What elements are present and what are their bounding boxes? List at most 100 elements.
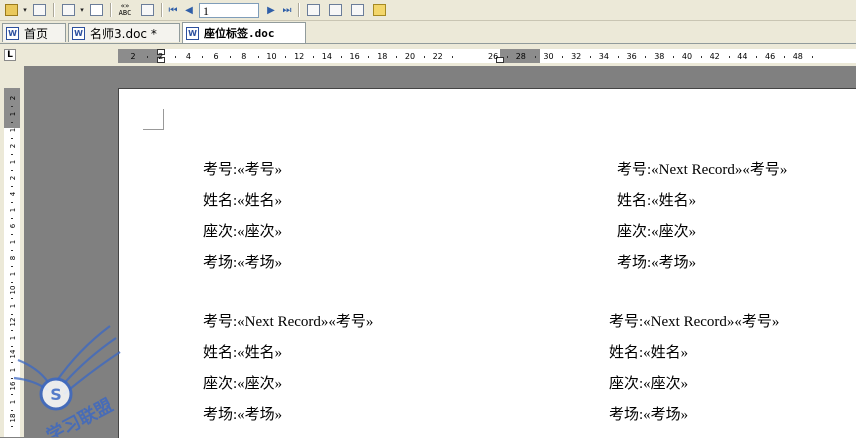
ruler-tick-label: 22 bbox=[432, 52, 443, 61]
view-merged-data-button[interactable]: «» ABC bbox=[116, 2, 134, 18]
ruler-tick-label: 30 bbox=[543, 52, 554, 61]
label-exam-room: 考场:«考场» bbox=[203, 255, 283, 271]
document-page[interactable]: 考号:«考号» 姓名:«姓名» 座次:«座次» 考场:«考场» 考号:«Next… bbox=[118, 88, 856, 438]
label-seat: 座次:«座次» bbox=[203, 224, 283, 240]
label-name: 姓名:«姓名» bbox=[203, 345, 283, 361]
ruler-tick-mark bbox=[285, 56, 287, 58]
main-document-dropdown-arrow-icon[interactable]: ▾ bbox=[22, 2, 28, 18]
seat-label: 考号:«考号» 姓名:«姓名» 座次:«座次» 考场:«考场» bbox=[203, 155, 282, 279]
seat-label: 考号:«Next Record»«考号» 姓名:«姓名» 座次:«座次» 考场:… bbox=[609, 307, 779, 431]
toolbar-separator bbox=[298, 3, 299, 17]
label-exam-room: 考场:«考场» bbox=[617, 255, 697, 271]
ruler-tick-mark bbox=[11, 122, 13, 123]
ruler-tick-mark bbox=[11, 170, 13, 171]
main-document-setup-button[interactable] bbox=[2, 2, 20, 18]
merge-to-document-button[interactable] bbox=[326, 2, 344, 18]
label-exam-room: 考场:«考场» bbox=[609, 407, 689, 423]
highlight-fields-button[interactable] bbox=[138, 2, 156, 18]
ruler-tick-label: 20 bbox=[404, 52, 416, 61]
ruler-tick-label: 6 bbox=[213, 52, 219, 61]
ruler-tick-mark bbox=[783, 56, 785, 58]
ruler-tick-mark bbox=[11, 154, 13, 155]
merge-to-printer-icon bbox=[350, 4, 364, 16]
ruler-tick-mark bbox=[11, 266, 13, 267]
ruler-tick-mark bbox=[11, 234, 13, 235]
record-number-field[interactable]: 1 bbox=[199, 2, 259, 18]
label-seat: 座次:«座次» bbox=[203, 376, 283, 392]
ruler-tick-label: 1 bbox=[9, 303, 17, 309]
label-exam-room: 考场:«考场» bbox=[203, 407, 283, 423]
abc-icon: «» ABC bbox=[118, 2, 132, 17]
ruler-tick-mark bbox=[423, 56, 425, 58]
ruler-tick-label: 48 bbox=[792, 52, 803, 61]
ruler-tick-mark bbox=[257, 56, 259, 58]
ruler-tick-mark bbox=[11, 250, 13, 251]
page-icon bbox=[140, 4, 154, 16]
ruler-tick-label: 44 bbox=[737, 52, 748, 61]
label-exam-number: 考号:«考号» bbox=[203, 162, 283, 178]
ruler-tick-label: 1 bbox=[9, 271, 17, 277]
ruler-tick-label: 26 bbox=[488, 52, 499, 61]
ruler-tick-mark bbox=[396, 56, 398, 58]
label-seat: 座次:«座次» bbox=[617, 224, 697, 240]
ruler-tick-mark bbox=[11, 298, 13, 299]
ruler-tick-mark bbox=[11, 186, 13, 187]
find-entry-button[interactable] bbox=[304, 2, 322, 18]
horizontal-ruler[interactable]: 2 2 4 6 8 10 12 14 16 18 20 22 26 28 30 32 34 36 38 40 42 44 4… bbox=[118, 49, 856, 63]
next-record-icon: ▶ bbox=[267, 4, 275, 16]
first-record-button[interactable]: ⏮ bbox=[165, 2, 181, 18]
document-edit-icon bbox=[32, 4, 46, 16]
ruler-tick-mark bbox=[590, 56, 592, 58]
ruler-tick-label: 12 bbox=[294, 52, 305, 61]
ruler-tick-mark bbox=[756, 56, 758, 58]
last-record-button[interactable]: ⏭ bbox=[279, 2, 295, 18]
last-record-icon: ⏭ bbox=[282, 4, 292, 16]
tab-mingshi3[interactable]: W 名师3.doc * bbox=[68, 23, 180, 42]
edit-recipients-button[interactable] bbox=[30, 2, 48, 18]
word-document-icon: W bbox=[6, 26, 19, 40]
ruler-tick-mark bbox=[728, 56, 730, 58]
tab-seat-labels[interactable]: W 座位标签.doc bbox=[182, 22, 306, 43]
ruler-tick-mark bbox=[617, 56, 619, 58]
margin-corner-mark bbox=[143, 109, 164, 130]
ruler-tick-label: 4 bbox=[185, 52, 191, 61]
ruler-tick-mark bbox=[174, 56, 176, 58]
ruler-tick-mark bbox=[645, 56, 647, 58]
ruler-tick-mark bbox=[340, 56, 342, 58]
ruler-tick-mark bbox=[11, 282, 13, 283]
merge-to-printer-button[interactable] bbox=[348, 2, 366, 18]
ruler-tick-label: 2 bbox=[158, 52, 164, 61]
ruler-tick-mark bbox=[673, 56, 675, 58]
ruler-tick-label: 36 bbox=[626, 52, 637, 61]
toolbar-separator bbox=[161, 3, 162, 17]
first-record-icon: ⏮ bbox=[168, 4, 178, 16]
insert-fields-button[interactable] bbox=[59, 2, 77, 18]
left-margin-area bbox=[118, 49, 161, 63]
watermark-logo: S 学习联盟 bbox=[13, 325, 121, 437]
svg-text:S: S bbox=[50, 385, 62, 404]
ruler-tick-label: 1 bbox=[9, 127, 17, 133]
ruler-tick-label: 2 bbox=[9, 175, 17, 181]
previous-record-icon: ◀ bbox=[185, 4, 193, 16]
toolbar-separator bbox=[110, 3, 111, 17]
ruler-tick-label: 8 bbox=[9, 255, 17, 261]
ruler-tick-mark bbox=[11, 106, 13, 107]
seat-label: 考号:«Next Record»«考号» 姓名:«姓名» 座次:«座次» 考场:… bbox=[617, 155, 787, 279]
ruler-tick-label: 32 bbox=[571, 52, 582, 61]
ruler-tick-label: 10 bbox=[9, 285, 17, 295]
label-name: 姓名:«姓名» bbox=[203, 193, 283, 209]
tab-stop-selector[interactable]: L bbox=[4, 49, 16, 61]
ruler-tick-label: 2 bbox=[9, 143, 17, 149]
next-record-button[interactable]: ▶ bbox=[263, 2, 279, 18]
tab-home[interactable]: W 首页 bbox=[2, 23, 66, 42]
merge-to-email-button[interactable] bbox=[370, 2, 388, 18]
label-exam-number: 考号:«Next Record»«考号» bbox=[203, 314, 374, 330]
ruler-tick-mark bbox=[11, 314, 13, 315]
insert-fields-dropdown-arrow-icon[interactable]: ▾ bbox=[79, 2, 85, 18]
ruler-tick-label: 1 bbox=[9, 111, 17, 117]
ruler-tick-label: 16 bbox=[349, 52, 360, 61]
folder-icon bbox=[4, 4, 18, 16]
insert-word-field-button[interactable] bbox=[87, 2, 105, 18]
previous-record-button[interactable]: ◀ bbox=[181, 2, 197, 18]
list-icon bbox=[61, 4, 75, 16]
